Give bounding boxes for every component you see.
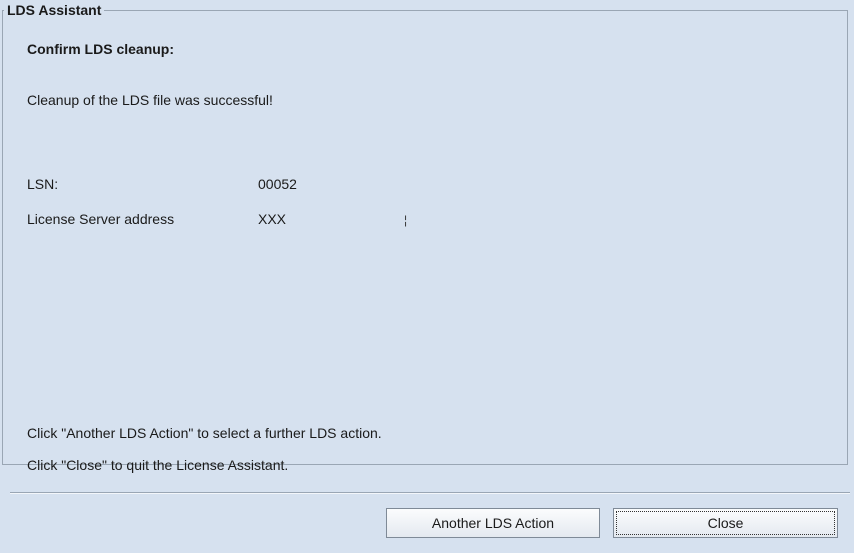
page-heading: Confirm LDS cleanup: bbox=[27, 41, 175, 57]
window-title: LDS Assistant bbox=[4, 1, 105, 19]
lsn-label: LSN: bbox=[27, 176, 59, 192]
instruction-another-action: Click "Another LDS Action" to select a f… bbox=[27, 425, 382, 441]
lds-assistant-group bbox=[2, 10, 848, 465]
instruction-close: Click "Close" to quit the License Assist… bbox=[27, 457, 289, 473]
license-server-value: XXX bbox=[258, 211, 287, 227]
button-separator bbox=[10, 492, 850, 494]
success-message: Cleanup of the LDS file was successful! bbox=[27, 92, 273, 108]
license-server-label: License Server address bbox=[27, 211, 175, 227]
another-lds-action-button[interactable]: Another LDS Action bbox=[386, 508, 600, 538]
lsn-value: 00052 bbox=[258, 176, 297, 192]
close-button[interactable]: Close bbox=[613, 508, 838, 538]
lds-assistant-window: LDS Assistant Confirm LDS cleanup: Clean… bbox=[0, 0, 854, 553]
license-server-extra-mark: ¦ bbox=[404, 213, 408, 227]
